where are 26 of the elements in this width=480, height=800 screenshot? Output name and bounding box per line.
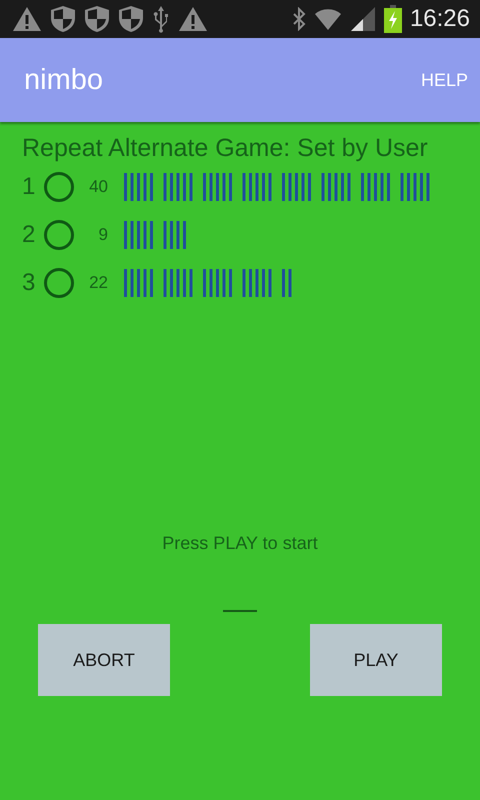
game-button[interactable]: PLAY: [310, 624, 442, 696]
radio-button[interactable]: [44, 220, 74, 250]
warning-icon: [12, 6, 42, 32]
radio-button[interactable]: [44, 172, 74, 202]
pile-count: 40: [88, 177, 108, 197]
warning-icon: [178, 6, 208, 32]
bluetooth-icon: [292, 7, 306, 31]
radio-button[interactable]: [44, 268, 74, 298]
game-button[interactable]: ABORT: [38, 624, 170, 696]
signal-icon: [350, 6, 376, 32]
pile-number: 1: [22, 173, 36, 201]
shield-icon: [50, 5, 76, 33]
pile-count: 22: [88, 273, 108, 293]
tally-marks-drawing: [124, 221, 186, 249]
pile-count: 9: [98, 225, 108, 245]
status-message: Press PLAY to start: [162, 533, 318, 553]
wifi-icon: [314, 6, 342, 32]
clock-time: 16:26: [410, 5, 470, 33]
pile-number: 2: [22, 221, 36, 249]
shield-icon: [118, 5, 144, 33]
app-title: nimbo: [24, 64, 103, 96]
pile-number: 3: [22, 269, 36, 297]
game-mode-heading: Repeat Alternate Game: Set by User: [22, 134, 428, 163]
battery-icon: [384, 5, 402, 33]
shield-icon: [84, 5, 110, 33]
usb-icon: [152, 5, 170, 33]
